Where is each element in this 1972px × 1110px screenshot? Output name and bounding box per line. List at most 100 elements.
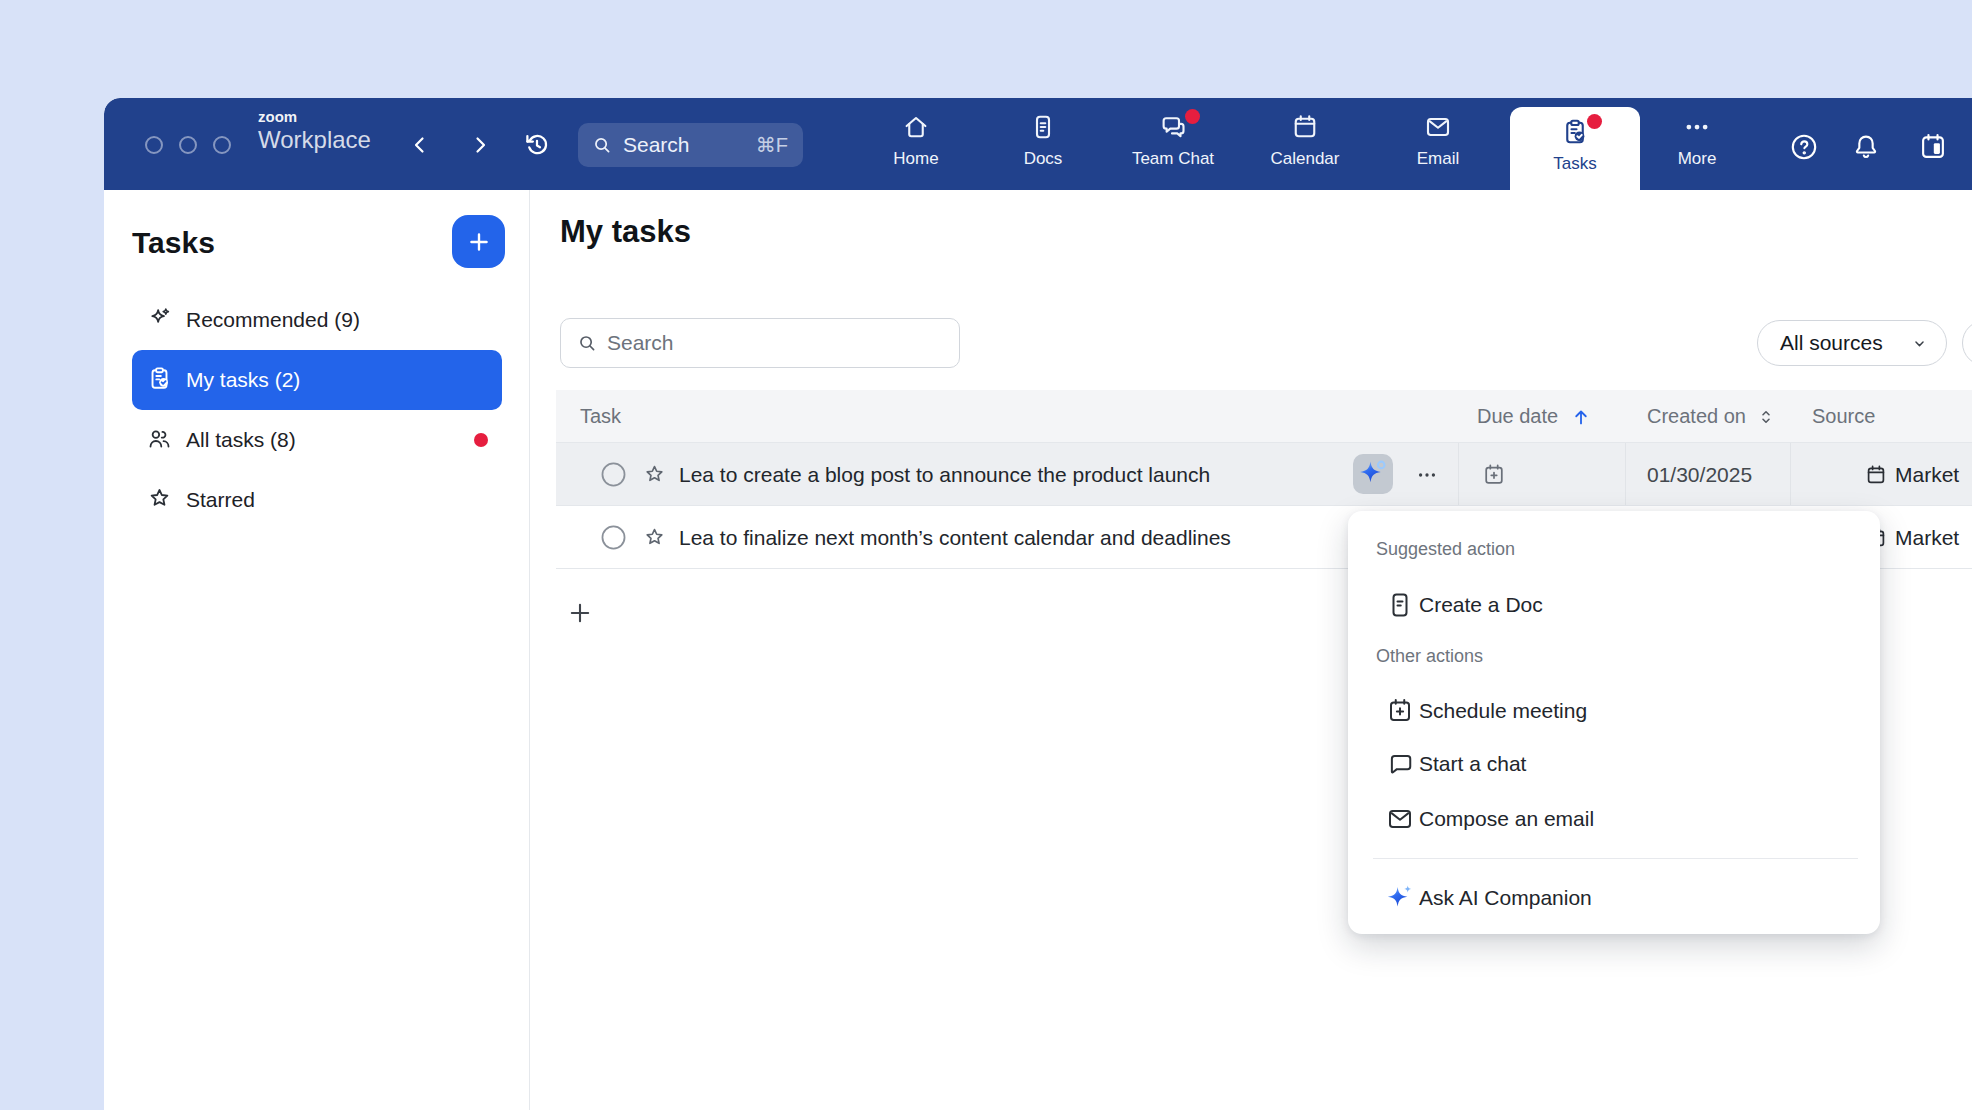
all-tasks-badge — [474, 433, 488, 447]
column-task[interactable]: Task — [580, 390, 621, 443]
calendar-plus-icon — [1481, 462, 1507, 488]
nav-docs[interactable]: Docs — [993, 98, 1093, 190]
nav-more[interactable]: More — [1647, 98, 1747, 190]
ellipsis-icon — [1416, 464, 1438, 486]
menu-item-compose-email[interactable]: Compose an email — [1348, 799, 1880, 839]
nav-team-chat[interactable]: Team Chat — [1123, 98, 1223, 190]
task-title[interactable]: Lea to create a blog post to announce th… — [679, 443, 1210, 506]
sort-ascending-icon[interactable] — [1570, 390, 1592, 443]
bell-icon — [1850, 131, 1882, 163]
help-button[interactable] — [1788, 131, 1820, 163]
email-icon — [1423, 112, 1453, 142]
sidebar-item-all-tasks[interactable]: All tasks (8) — [132, 410, 502, 470]
app-logo: zoom Workplace — [258, 108, 371, 154]
nav-tasks[interactable]: Tasks — [1510, 107, 1640, 190]
my-tasks-icon — [146, 365, 173, 396]
ai-companion-button[interactable] — [1353, 454, 1393, 494]
ai-sparkle-icon — [1356, 457, 1390, 491]
star-icon[interactable] — [642, 506, 667, 569]
calendar-icon — [1290, 112, 1320, 142]
nav-email[interactable]: Email — [1388, 98, 1488, 190]
menu-item-ask-ai[interactable]: Ask AI Companion — [1348, 878, 1880, 918]
task-row[interactable]: Lea to create a blog post to announce th… — [556, 443, 1972, 506]
window-controls[interactable] — [145, 136, 231, 154]
home-icon — [901, 112, 931, 142]
people-icon — [146, 425, 173, 456]
filter-dropdown-partial[interactable] — [1962, 320, 1972, 366]
new-task-button[interactable] — [564, 597, 596, 629]
sources-filter-dropdown[interactable]: All sources — [1757, 320, 1947, 366]
source-value: Market — [1895, 506, 1959, 569]
task-actions-menu: Suggested action Create a Doc Other acti… — [1348, 511, 1880, 934]
tasks-badge — [1587, 114, 1602, 129]
ai-companion-icon — [1384, 882, 1416, 914]
sort-both-icon[interactable] — [1756, 390, 1776, 443]
calendar-panel-icon — [1917, 131, 1949, 163]
logo-workplace: Workplace — [258, 126, 371, 154]
task-title[interactable]: Lea to finalize next month’s content cal… — [679, 506, 1231, 569]
tasks-sidebar: Tasks Recommended (9) My tasks (2) — [104, 190, 530, 1110]
desktop-background: zoom Workplace Search ⌘F — [0, 0, 1972, 1110]
menu-divider — [1373, 858, 1858, 859]
chevron-right-icon — [468, 133, 492, 157]
star-icon[interactable] — [642, 443, 667, 506]
created-on-value: 01/30/2025 — [1647, 443, 1752, 506]
menu-section-other: Other actions — [1376, 646, 1483, 667]
back-button[interactable] — [405, 130, 435, 160]
window-zoom-button[interactable] — [213, 136, 231, 154]
search-icon — [591, 134, 613, 156]
chevron-down-icon — [1911, 335, 1928, 352]
history-icon — [522, 130, 552, 160]
row-more-button[interactable] — [1407, 443, 1447, 506]
calendar-panel-button[interactable] — [1917, 131, 1949, 163]
help-icon — [1788, 131, 1820, 163]
nav-home[interactable]: Home — [866, 98, 966, 190]
task-checkbox[interactable] — [601, 506, 626, 569]
calendar-plus-icon — [1384, 695, 1416, 727]
more-icon — [1682, 112, 1712, 142]
docs-icon — [1028, 112, 1058, 142]
notifications-button[interactable] — [1850, 131, 1882, 163]
page-title: My tasks — [560, 214, 691, 250]
app-topbar: zoom Workplace Search ⌘F — [104, 98, 1972, 190]
sidebar-title: Tasks — [132, 226, 215, 260]
menu-item-create-doc[interactable]: Create a Doc — [1348, 585, 1880, 625]
team-chat-icon — [1158, 112, 1188, 142]
window-minimize-button[interactable] — [179, 136, 197, 154]
task-search-placeholder: Search — [607, 331, 674, 355]
chevron-left-icon — [408, 133, 432, 157]
global-search-placeholder: Search — [623, 133, 690, 157]
sidebar-item-my-tasks[interactable]: My tasks (2) — [132, 350, 502, 410]
add-due-date-button[interactable] — [1481, 443, 1507, 506]
source-calendar-icon — [1864, 443, 1888, 506]
global-search[interactable]: Search ⌘F — [578, 123, 803, 167]
source-value: Market — [1895, 443, 1959, 506]
search-icon — [576, 332, 598, 354]
team-chat-badge — [1185, 109, 1200, 124]
menu-section-suggested: Suggested action — [1376, 539, 1515, 560]
task-search-input[interactable]: Search — [560, 318, 960, 368]
star-icon — [146, 485, 173, 516]
email-icon — [1384, 803, 1416, 835]
nav-calendar[interactable]: Calendar — [1255, 98, 1355, 190]
table-header: Task Due date Created on Source — [556, 390, 1972, 443]
tasks-icon — [1560, 117, 1590, 147]
window-close-button[interactable] — [145, 136, 163, 154]
column-created-on[interactable]: Created on — [1647, 390, 1746, 443]
sparkle-icon — [146, 305, 173, 336]
sidebar-item-recommended[interactable]: Recommended (9) — [132, 290, 502, 350]
task-checkbox[interactable] — [601, 443, 626, 506]
logo-zoom: zoom — [258, 108, 371, 125]
column-due-date[interactable]: Due date — [1477, 390, 1558, 443]
menu-item-start-chat[interactable]: Start a chat — [1348, 744, 1880, 784]
add-task-button[interactable] — [452, 215, 505, 268]
global-search-shortcut: ⌘F — [756, 133, 788, 157]
zoom-workplace-window: zoom Workplace Search ⌘F — [104, 98, 1972, 1110]
sidebar-item-starred[interactable]: Starred — [132, 470, 502, 530]
history-button[interactable] — [522, 130, 552, 160]
forward-button[interactable] — [465, 130, 495, 160]
plus-icon — [566, 599, 594, 627]
menu-item-schedule-meeting[interactable]: Schedule meeting — [1348, 691, 1880, 731]
chat-icon — [1384, 748, 1416, 780]
column-source[interactable]: Source — [1812, 390, 1875, 443]
